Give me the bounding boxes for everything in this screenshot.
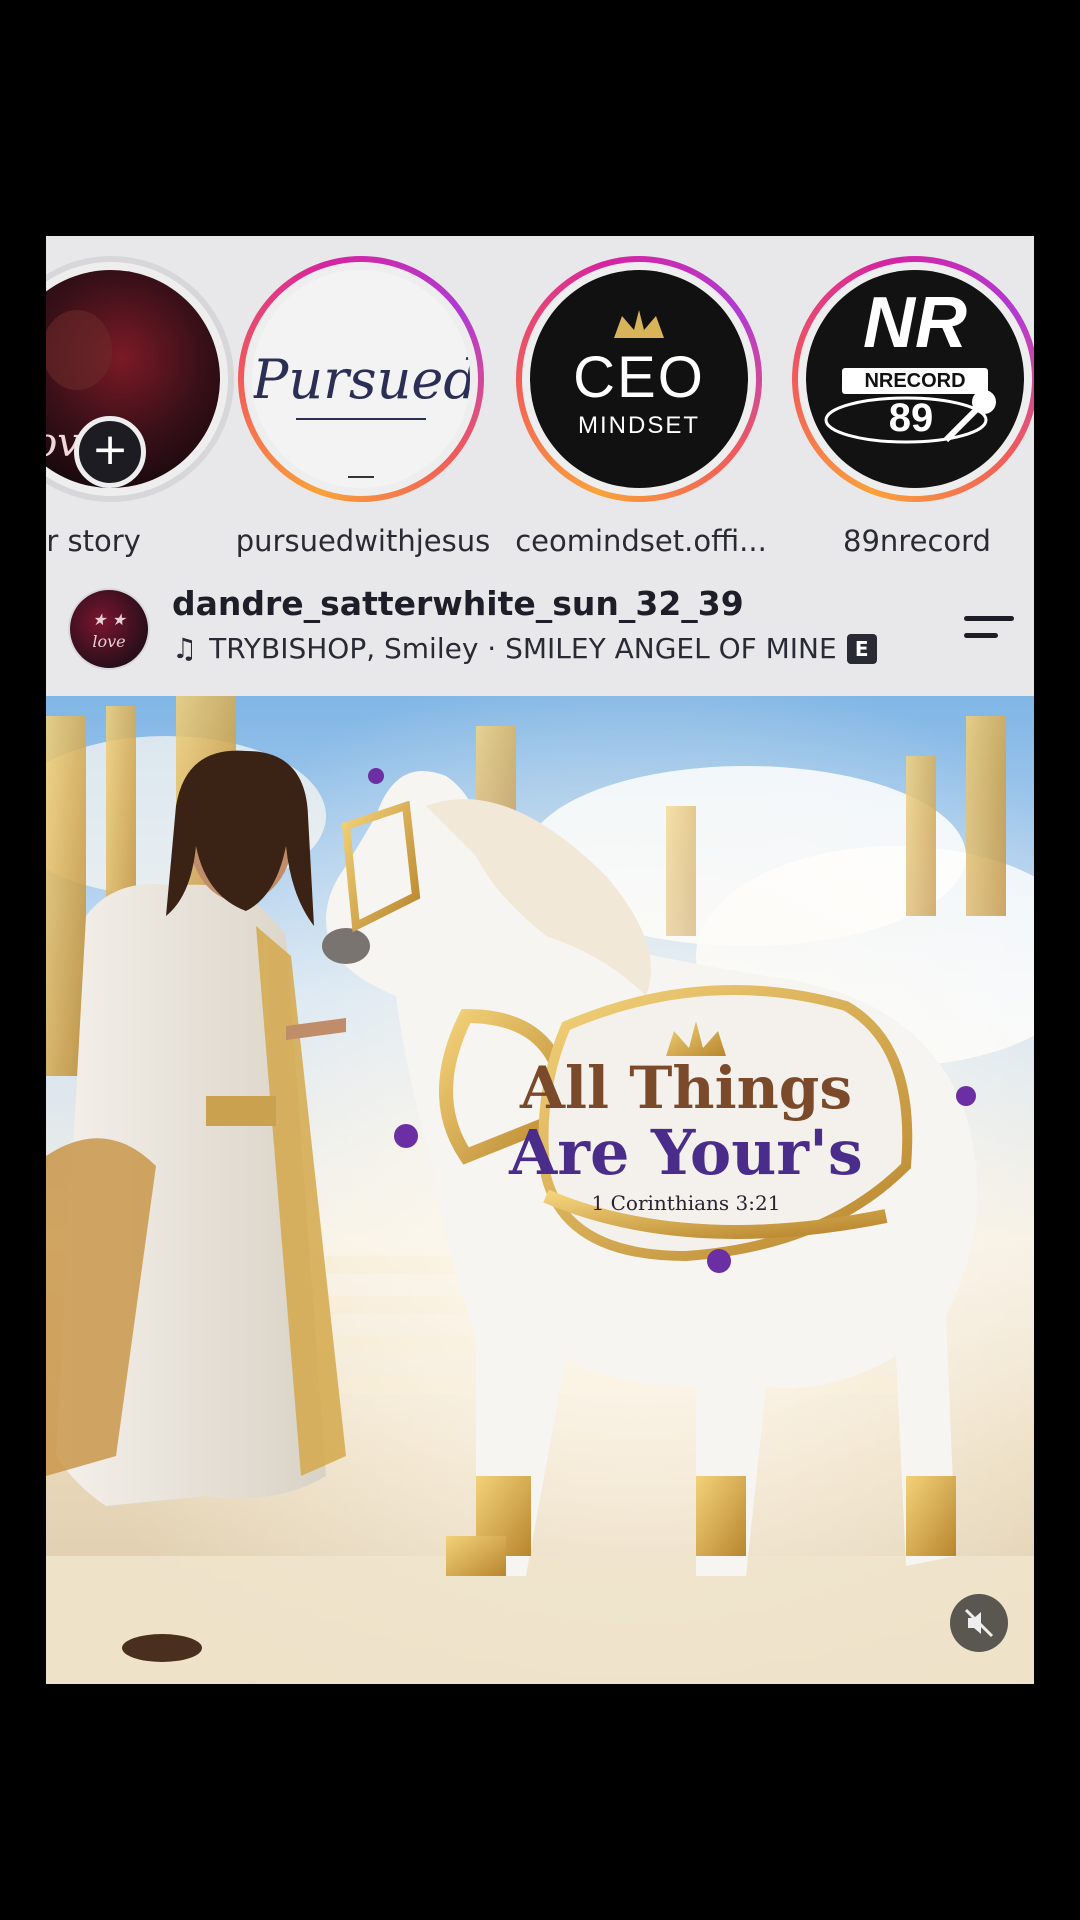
instagram-feed-screen: love + ur story Pursued pursuedwithjesus [46,236,1034,1684]
post-title-line1: All Things [520,1054,852,1122]
post-verse: 1 Corinthians 3:21 [591,1191,781,1215]
music-title: TRYBISHOP, Smiley · SMILEY ANGEL OF MINE [209,632,837,665]
story-ceomindset[interactable]: CEO MINDSET ceomindset.offi... [515,256,767,558]
story-label: ceomindset.offi... [515,524,767,558]
post-image[interactable]: All Things Are Your's 1 Corinthians 3:21 [46,696,1034,1684]
explicit-badge: E [846,634,877,664]
post-header: ★ ★ love dandre_satterwhite_sun_32_39 ♫ T… [46,576,1034,686]
nrecord-logo-avatar: NR NRECORD 89 [806,270,1024,488]
post-title-line2: Are Your's [509,1116,863,1189]
microphone-icon [824,390,996,444]
post-music-link[interactable]: ♫ TRYBISHOP, Smiley · SMILEY ANGEL OF MIN… [172,632,877,665]
post-illustration [46,696,1034,1684]
story-pursuedwithjesus[interactable]: Pursued pursuedwithjesus [236,256,490,558]
speaker-muted-icon [964,1608,994,1638]
stories-row: love + ur story Pursued pursuedwithjesus [46,236,1034,566]
story-label: 89nrecord [843,524,991,558]
pursued-logo-avatar: Pursued [252,270,470,488]
story-your-story[interactable]: love + ur story [46,256,238,558]
story-label: pursuedwithjesus [235,524,491,558]
add-story-button[interactable]: + [74,416,146,488]
post-username[interactable]: dandre_satterwhite_sun_32_39 [172,584,744,623]
post-author-avatar[interactable]: ★ ★ love [68,588,150,670]
pursued-logo-text: Pursued [252,348,470,411]
story-89nrecord[interactable]: NR NRECORD 89 89nrecord [792,256,1034,558]
mute-toggle-button[interactable] [950,1594,1008,1652]
ceo-mindset-logo-avatar: CEO MINDSET [530,270,748,488]
post-options-menu-icon[interactable] [964,616,1014,650]
music-note-icon: ♫ [172,632,198,665]
